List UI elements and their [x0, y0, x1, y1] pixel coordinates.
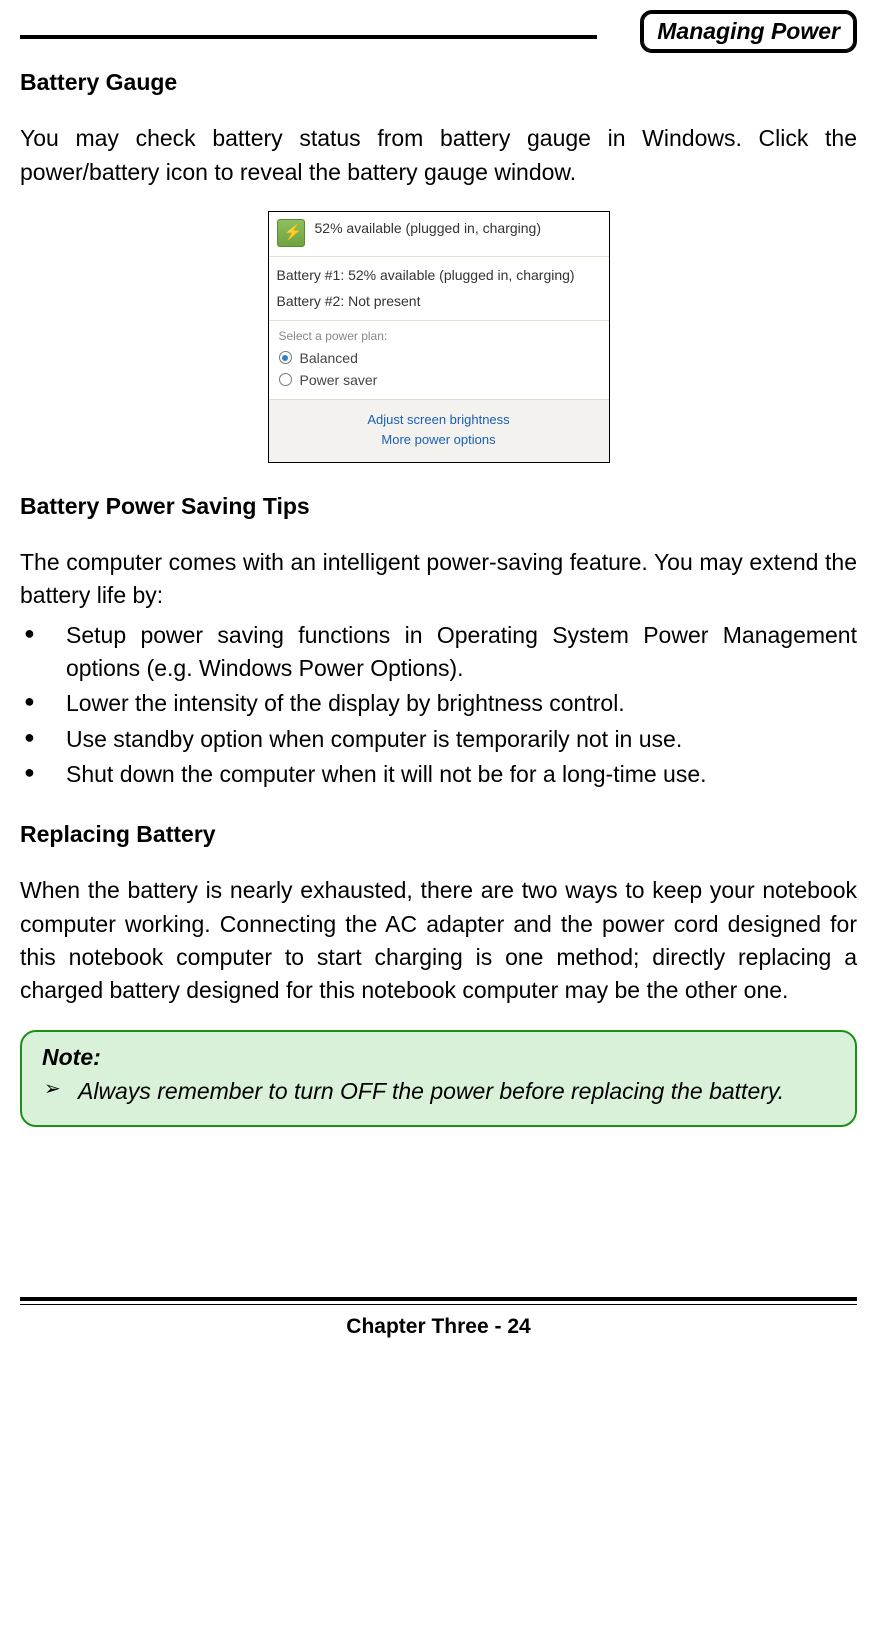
radio-icon: [279, 373, 292, 386]
link-more-power-options[interactable]: More power options: [269, 430, 609, 450]
header-rule: [20, 35, 597, 39]
radio-power-saver[interactable]: Power saver: [269, 369, 609, 391]
battery-gauge-popup: 52% available (plugged in, charging) Bat…: [268, 211, 610, 463]
note-box: Note: Always remember to turn OFF the po…: [20, 1030, 857, 1127]
header-badge: Managing Power: [640, 10, 857, 53]
replacing-battery-paragraph: When the battery is nearly exhausted, th…: [20, 874, 857, 1007]
list-item: Shut down the computer when it will not …: [20, 758, 857, 791]
footer-rule-thick: [20, 1297, 857, 1301]
power-plan-label: Select a power plan:: [269, 323, 609, 347]
battery-gauge-paragraph: You may check battery status from batter…: [20, 122, 857, 189]
list-item: Lower the intensity of the display by br…: [20, 687, 857, 720]
battery-1-status: Battery #1: 52% available (plugged in, c…: [277, 266, 599, 285]
list-item: Use standby option when computer is temp…: [20, 723, 857, 756]
page-footer: Chapter Three - 24: [20, 1297, 857, 1339]
saving-tips-list: Setup power saving functions in Operatin…: [20, 619, 857, 792]
section-title-battery-gauge: Battery Gauge: [20, 69, 857, 96]
page-number: Chapter Three - 24: [20, 1315, 857, 1339]
radio-balanced[interactable]: Balanced: [269, 347, 609, 369]
note-body: Always remember to turn OFF the power be…: [42, 1075, 835, 1107]
section-title-replacing-battery: Replacing Battery: [20, 821, 857, 848]
battery-summary: 52% available (plugged in, charging): [315, 219, 599, 238]
plug-icon: [277, 219, 305, 247]
radio-power-saver-label: Power saver: [300, 372, 378, 388]
link-adjust-brightness[interactable]: Adjust screen brightness: [269, 410, 609, 430]
list-item: Setup power saving functions in Operatin…: [20, 619, 857, 686]
section-title-saving-tips: Battery Power Saving Tips: [20, 493, 857, 520]
radio-icon: [279, 351, 292, 364]
footer-rule-thin: [20, 1304, 857, 1305]
page-header: Managing Power: [20, 10, 857, 39]
note-title: Note:: [42, 1044, 835, 1071]
radio-balanced-label: Balanced: [300, 350, 358, 366]
saving-tips-intro: The computer comes with an intelligent p…: [20, 546, 857, 613]
battery-2-status: Battery #2: Not present: [277, 292, 599, 311]
